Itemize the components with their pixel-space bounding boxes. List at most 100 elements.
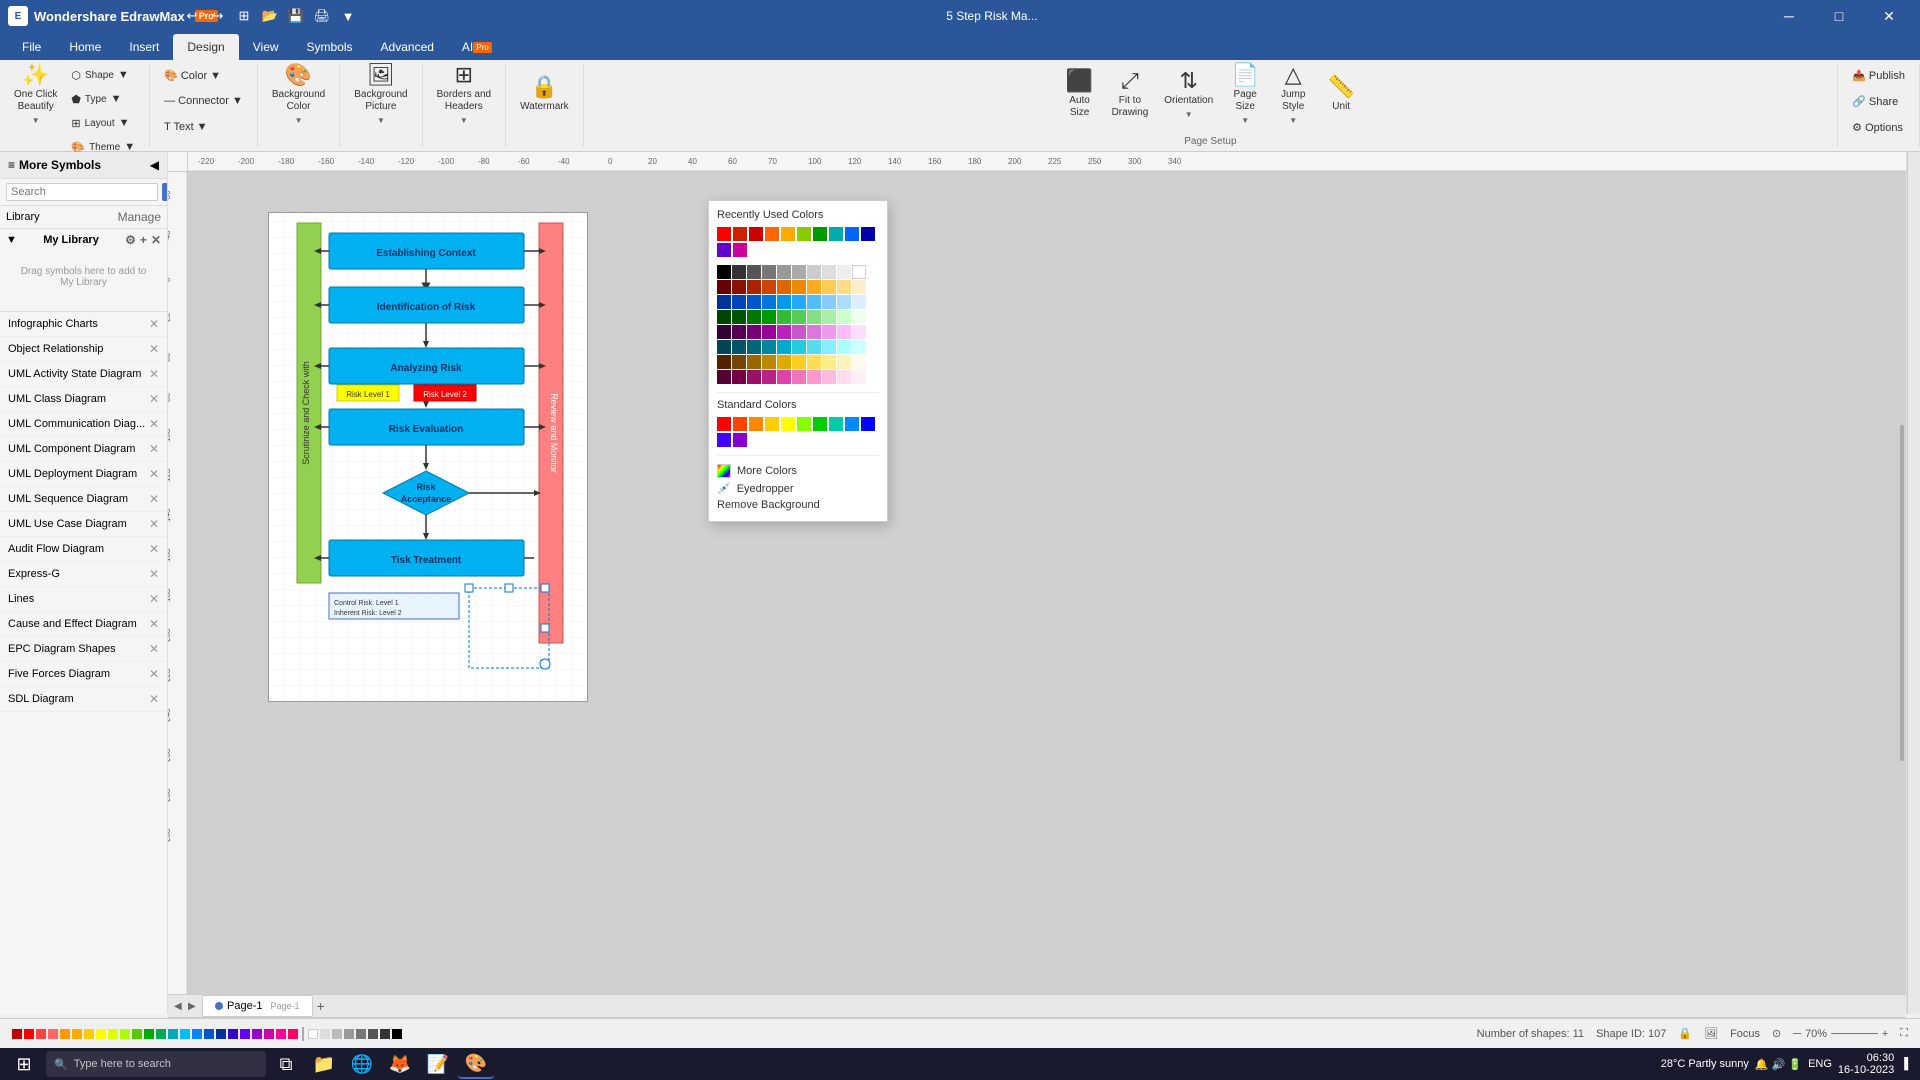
sidebar-item-object-relationship[interactable]: Object Relationship ✕ [0,337,167,362]
color-cell[interactable] [749,227,763,241]
color-cell[interactable] [792,310,806,324]
color-cell[interactable] [792,355,806,369]
color-cell[interactable] [829,227,843,241]
sidebar-item-infographic[interactable]: Infographic Charts ✕ [0,312,167,337]
search-input[interactable] [6,183,158,201]
edge-button[interactable]: 🌐 [344,1049,380,1079]
sidebar-item-close-five[interactable]: ✕ [149,667,159,681]
color-cell[interactable] [733,243,747,257]
color-cell[interactable] [852,355,866,369]
color-cell-std[interactable] [733,433,747,447]
color-cell[interactable] [792,295,806,309]
color-cell[interactable] [792,370,806,384]
palette-cell[interactable] [368,1029,378,1039]
sidebar-item-close-sdl[interactable]: ✕ [149,692,159,706]
color-cell[interactable] [807,340,821,354]
palette-cell[interactable] [72,1029,82,1039]
restore-button[interactable]: □ [1816,0,1862,32]
scroll-handle[interactable] [1900,425,1904,762]
color-cell[interactable] [837,265,851,279]
sidebar-item-close-uml-dep[interactable]: ✕ [149,467,159,481]
color-cell[interactable] [837,280,851,294]
color-cell[interactable] [861,227,875,241]
more-colors-button[interactable]: More Colors [717,462,879,480]
save-button[interactable]: 💾 [284,4,308,28]
color-button[interactable]: 🎨 Color ▼ [158,64,227,86]
palette-cell[interactable] [320,1029,330,1039]
color-cell[interactable] [807,355,821,369]
my-library-header[interactable]: ▼ My Library ⚙ + ✕ [6,233,161,247]
color-cell[interactable] [807,265,821,279]
tab-home[interactable]: Home [55,34,115,60]
palette-cell[interactable] [308,1029,318,1039]
palette-cell[interactable] [132,1029,142,1039]
color-cell[interactable] [717,340,731,354]
palette-cell[interactable] [344,1029,354,1039]
color-cell-std[interactable] [797,417,811,431]
color-cell[interactable] [852,340,866,354]
color-cell[interactable] [747,355,761,369]
sidebar-item-express[interactable]: Express-G ✕ [0,562,167,587]
color-cell[interactable] [732,265,746,279]
palette-cell[interactable] [96,1029,106,1039]
page-nav-left[interactable]: ◀ [174,1001,184,1011]
palette-cell[interactable] [144,1029,154,1039]
edrawmax-button[interactable]: 🎨 [458,1049,494,1079]
qa-more-button[interactable]: ▼ [336,4,360,28]
sidebar-item-close-uml-use[interactable]: ✕ [149,517,159,531]
palette-cell[interactable] [264,1029,274,1039]
sidebar-item-epc[interactable]: EPC Diagram Shapes ✕ [0,637,167,662]
my-library-close-icon[interactable]: ✕ [151,233,161,247]
color-cell[interactable] [852,265,866,279]
color-cell[interactable] [717,370,731,384]
print-button[interactable]: 🖨 [310,4,334,28]
color-cell[interactable] [822,310,836,324]
color-cell[interactable] [777,310,791,324]
color-cell[interactable] [807,280,821,294]
color-cell[interactable] [852,325,866,339]
zoom-in-button[interactable]: + [1882,1028,1888,1040]
auto-size-button[interactable]: ⬛ AutoSize [1058,64,1102,124]
palette-cell[interactable] [192,1029,202,1039]
color-cell[interactable] [837,340,851,354]
color-cell[interactable] [822,355,836,369]
shape-layout-button[interactable]: ⊞ Layout ▼ [65,112,141,134]
color-cell[interactable] [822,340,836,354]
tab-design[interactable]: Design [173,34,238,60]
color-cell[interactable] [777,265,791,279]
palette-cell[interactable] [380,1029,390,1039]
color-cell[interactable] [792,265,806,279]
my-library-settings-icon[interactable]: ⚙ [125,233,136,247]
color-cell[interactable] [747,295,761,309]
page-size-button[interactable]: 📄 PageSize ▼ [1223,64,1267,124]
color-cell[interactable] [777,295,791,309]
color-cell-std[interactable] [717,433,731,447]
tab-symbols[interactable]: Symbols [293,34,367,60]
canvas-area[interactable]: Draw AI Arial 18 B I U ≡ ab A Format Pai… [168,152,1906,1014]
color-cell[interactable] [807,325,821,339]
share-button[interactable]: 🔗 Share [1846,90,1904,112]
sidebar-toggle[interactable]: ◀ [150,158,159,172]
color-cell-std[interactable] [829,417,843,431]
sidebar-item-uml-deployment[interactable]: UML Deployment Diagram ✕ [0,462,167,487]
color-cell[interactable] [837,310,851,324]
color-cell[interactable] [717,265,731,279]
undo-button[interactable]: ↩ [180,4,204,28]
my-library-add-icon[interactable]: + [140,233,147,247]
palette-cell[interactable] [288,1029,298,1039]
color-cell[interactable] [762,295,776,309]
sidebar-item-uml-activity[interactable]: UML Activity State Diagram ✕ [0,362,167,387]
tab-ai[interactable]: AI Pro [448,34,506,60]
color-cell[interactable] [717,295,731,309]
palette-cell[interactable] [216,1029,226,1039]
color-cell[interactable] [852,295,866,309]
color-cell[interactable] [792,340,806,354]
color-cell[interactable] [837,325,851,339]
color-cell[interactable] [717,280,731,294]
tab-view[interactable]: View [239,34,293,60]
taskview-button[interactable]: ⧉ [268,1049,304,1079]
show-desktop-button[interactable]: ▐ [1900,1058,1908,1070]
color-cell[interactable] [807,310,821,324]
color-cell[interactable] [762,265,776,279]
color-cell[interactable] [852,280,866,294]
